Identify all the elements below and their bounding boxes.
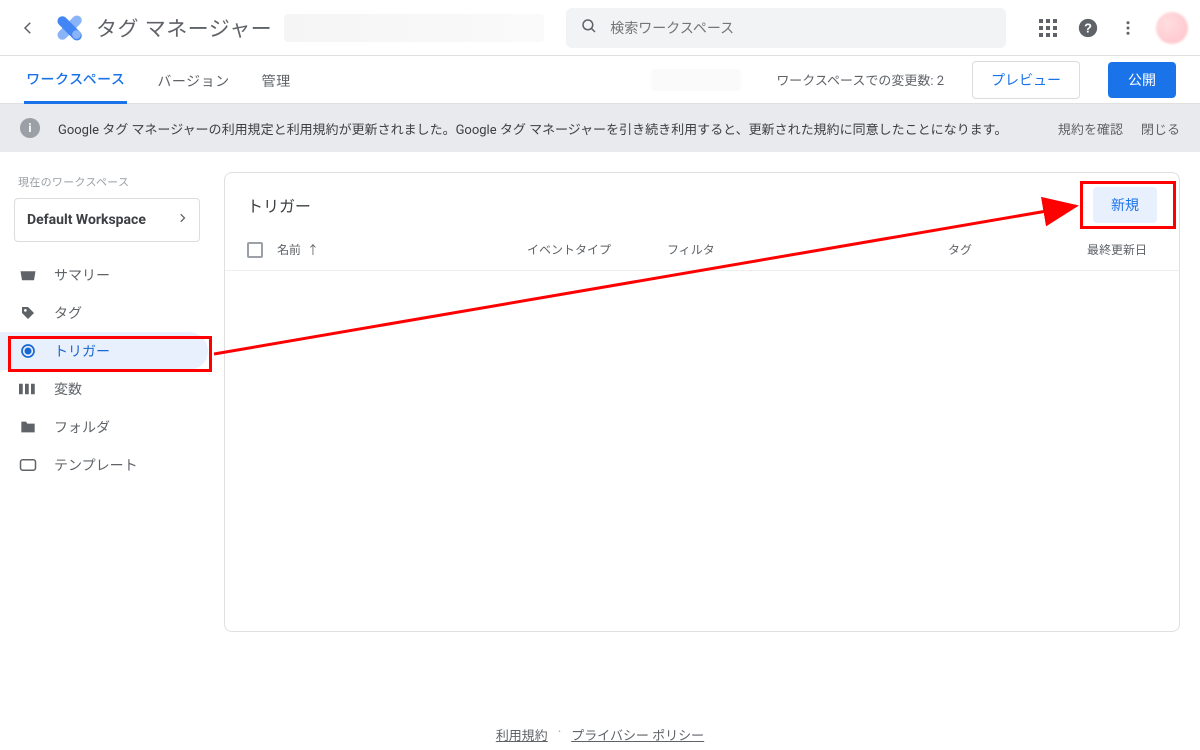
more-icon[interactable] xyxy=(1116,16,1140,40)
column-label: タグ xyxy=(948,241,972,258)
sidebar-item-tags[interactable]: タグ xyxy=(0,294,214,332)
sidebar-item-folders[interactable]: フォルダ xyxy=(0,408,214,446)
help-icon[interactable]: ? xyxy=(1076,16,1100,40)
user-avatar[interactable] xyxy=(1156,12,1188,44)
template-icon xyxy=(18,458,38,472)
tab-workspace[interactable]: ワークスペース xyxy=(24,55,127,104)
sidebar-item-label: サマリー xyxy=(54,265,110,285)
tab-admin[interactable]: 管理 xyxy=(260,57,293,103)
workspace-selector[interactable]: Default Workspace xyxy=(14,198,200,242)
card-title: トリガー xyxy=(247,193,311,217)
container-id-redacted xyxy=(651,69,741,91)
column-event-type[interactable]: イベントタイプ xyxy=(527,241,667,258)
chevron-right-icon xyxy=(177,211,187,229)
close-notice-link[interactable]: 閉じる xyxy=(1141,119,1180,138)
workspace-changes-label: ワークスペースでの変更数: 2 xyxy=(776,70,944,89)
new-trigger-button[interactable]: 新規 xyxy=(1093,187,1157,223)
column-updated[interactable]: 最終更新日 xyxy=(972,241,1157,258)
summary-icon xyxy=(18,268,38,282)
sort-ascending-icon: ↑ xyxy=(307,241,319,258)
sidebar-item-templates[interactable]: テンプレート xyxy=(0,446,214,484)
column-tag[interactable]: タグ xyxy=(922,241,972,258)
sidebar-item-label: テンプレート xyxy=(54,455,138,475)
column-label: フィルタ xyxy=(667,241,715,258)
preview-button[interactable]: プレビュー xyxy=(972,61,1080,99)
triggers-card: トリガー 新規 名前 ↑ イベントタイプ フィルタ タグ xyxy=(224,172,1180,632)
privacy-link[interactable]: プライバシー ポリシー xyxy=(571,725,704,744)
select-all-checkbox[interactable] xyxy=(247,242,263,258)
footer: 利用規約 · プライバシー ポリシー xyxy=(0,725,1200,744)
current-workspace-label: 現在のワークスペース xyxy=(0,168,214,196)
tab-versions[interactable]: バージョン xyxy=(155,57,231,103)
trigger-icon xyxy=(18,343,38,359)
sidebar-item-summary[interactable]: サマリー xyxy=(0,256,214,294)
sidebar-item-variables[interactable]: 変数 xyxy=(0,370,214,408)
search-input[interactable] xyxy=(610,20,992,36)
column-label: 最終更新日 xyxy=(1087,241,1147,258)
product-title: タグ マネージャー xyxy=(96,13,272,43)
column-label: イベントタイプ xyxy=(527,241,611,258)
search-box[interactable] xyxy=(566,8,1006,48)
search-icon xyxy=(580,17,598,39)
folder-icon xyxy=(18,420,38,434)
variables-icon xyxy=(18,383,38,395)
workspace-name: Default Workspace xyxy=(27,212,146,228)
tag-icon xyxy=(18,305,38,321)
notice-message: Google タグ マネージャーの利用規定と利用規約が更新されました。Googl… xyxy=(58,119,1040,138)
account-info-redacted xyxy=(284,14,544,42)
sidebar-item-triggers[interactable]: トリガー xyxy=(0,332,208,370)
separator-dot: · xyxy=(558,725,561,744)
gtm-logo-icon xyxy=(56,14,84,42)
sidebar-item-label: トリガー xyxy=(54,341,110,361)
sidebar-item-label: フォルダ xyxy=(54,417,110,437)
column-filter[interactable]: フィルタ xyxy=(667,241,922,258)
terms-link[interactable]: 利用規約 xyxy=(496,725,548,744)
column-name[interactable]: 名前 ↑ xyxy=(277,241,527,258)
apps-icon[interactable] xyxy=(1036,16,1060,40)
publish-button[interactable]: 公開 xyxy=(1108,62,1176,98)
info-icon: i xyxy=(20,118,40,138)
back-button[interactable] xyxy=(12,19,44,37)
sidebar-item-label: タグ xyxy=(54,303,82,323)
terms-update-notice: i Google タグ マネージャーの利用規定と利用規約が更新されました。Goo… xyxy=(0,104,1200,152)
review-terms-link[interactable]: 規約を確認 xyxy=(1058,119,1123,138)
sidebar-item-label: 変数 xyxy=(54,379,82,399)
table-header: 名前 ↑ イベントタイプ フィルタ タグ 最終更新日 xyxy=(225,231,1179,271)
svg-text:?: ? xyxy=(1084,20,1092,35)
column-label: 名前 xyxy=(277,241,301,258)
